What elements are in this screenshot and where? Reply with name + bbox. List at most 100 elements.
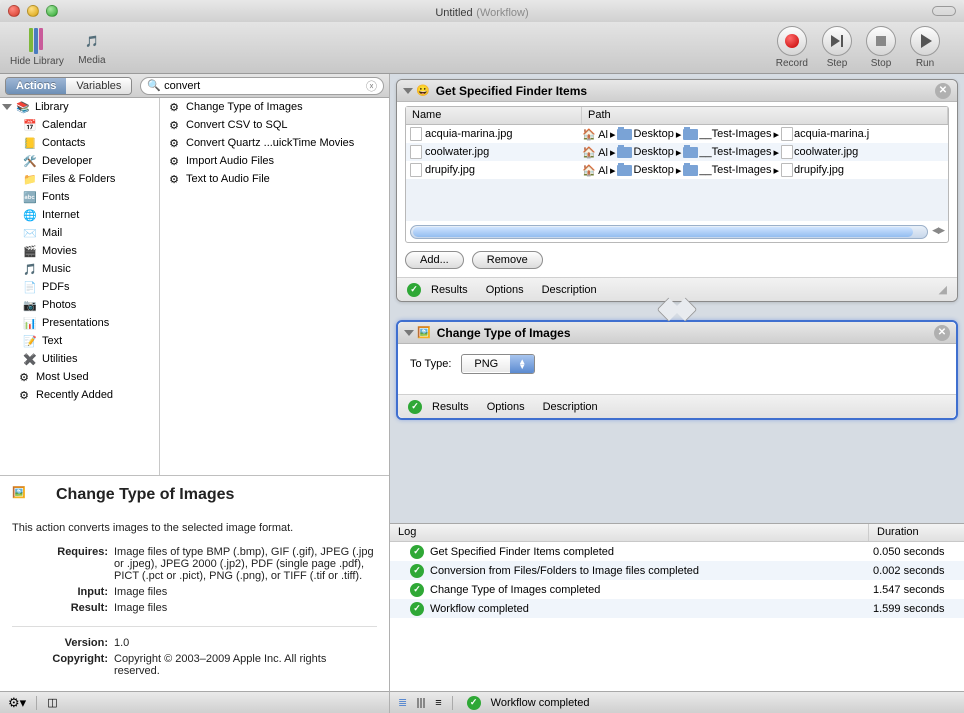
window-titlebar: Untitled (Workflow) bbox=[0, 0, 964, 22]
left-bottom-bar: ⚙︎▾ ◫ bbox=[0, 691, 389, 713]
scroll-arrows-icon[interactable]: ◀︎▶︎ bbox=[932, 225, 944, 236]
gear-icon[interactable]: ⚙︎▾ bbox=[8, 695, 26, 711]
description-tab[interactable]: Description bbox=[542, 284, 597, 296]
magnifier-icon: 🔍 bbox=[147, 79, 161, 92]
library-item[interactable]: 📒Contacts bbox=[0, 134, 159, 152]
disclosure-triangle-icon[interactable] bbox=[2, 104, 12, 110]
table-row[interactable]: acquia-marina.jpg🏠 Al▸ Desktop▸ __Test-I… bbox=[406, 125, 948, 143]
category-icon: ✉️ bbox=[22, 225, 38, 241]
library-item[interactable]: 📷Photos bbox=[0, 296, 159, 314]
status-text: Workflow completed bbox=[491, 697, 590, 709]
options-tab[interactable]: Options bbox=[486, 284, 524, 296]
action-list-item[interactable]: ⚙︎Change Type of Images bbox=[160, 98, 389, 116]
disclosure-triangle-icon[interactable] bbox=[403, 88, 413, 94]
library-item[interactable]: 🛠️Developer bbox=[0, 152, 159, 170]
folder-icon bbox=[683, 129, 698, 140]
recently-added-row[interactable]: ⚙︎Recently Added bbox=[0, 386, 159, 404]
library-item[interactable]: 📄PDFs bbox=[0, 278, 159, 296]
smartfolder-icon: ⚙︎ bbox=[16, 369, 32, 385]
resize-grip-icon[interactable]: ◢ bbox=[939, 283, 947, 296]
description-tab[interactable]: Description bbox=[543, 401, 598, 413]
log-panel: Log Duration ✓Get Specified Finder Items… bbox=[390, 523, 964, 691]
results-tab[interactable]: Results bbox=[431, 284, 468, 296]
category-icon: 🎵 bbox=[22, 261, 38, 277]
file-icon bbox=[410, 163, 422, 177]
actions-list[interactable]: ⚙︎Change Type of Images⚙︎Convert CSV to … bbox=[160, 98, 389, 475]
category-icon: 📝 bbox=[22, 333, 38, 349]
status-ok-icon: ✓ bbox=[408, 400, 422, 414]
tab-actions[interactable]: Actions bbox=[6, 78, 66, 94]
finder-icon: 😀 bbox=[416, 84, 430, 97]
panel-toggle-icon[interactable]: ◫ bbox=[47, 696, 57, 709]
library-item[interactable]: 📝Text bbox=[0, 332, 159, 350]
media-button[interactable]: 🎵 Media bbox=[78, 29, 106, 66]
folder-icon bbox=[617, 165, 632, 176]
status-ok-icon: ✓ bbox=[410, 564, 424, 578]
disclosure-triangle-icon[interactable] bbox=[404, 330, 414, 336]
step-button[interactable]: Step bbox=[822, 26, 852, 69]
close-action-icon[interactable]: ✕ bbox=[935, 83, 951, 99]
zoom-window-button[interactable] bbox=[46, 5, 58, 17]
action-title: Change Type of Images bbox=[437, 326, 934, 340]
hide-library-button[interactable]: Hide Library bbox=[10, 28, 64, 67]
library-item[interactable]: 🌐Internet bbox=[0, 206, 159, 224]
action-list-item[interactable]: ⚙︎Convert CSV to SQL bbox=[160, 116, 389, 134]
results-tab[interactable]: Results bbox=[432, 401, 469, 413]
file-icon bbox=[781, 145, 793, 159]
category-icon: 🎬 bbox=[22, 243, 38, 259]
log-header-duration[interactable]: Duration bbox=[869, 524, 964, 541]
library-item[interactable]: ✉️Mail bbox=[0, 224, 159, 242]
log-row[interactable]: ✓Get Specified Finder Items completed0.0… bbox=[390, 542, 964, 561]
library-item[interactable]: 🎵Music bbox=[0, 260, 159, 278]
table-row[interactable]: coolwater.jpg🏠 Al▸ Desktop▸ __Test-Image… bbox=[406, 143, 948, 161]
library-item[interactable]: 🔤Fonts bbox=[0, 188, 159, 206]
file-icon bbox=[410, 145, 422, 159]
most-used-row[interactable]: ⚙︎Most Used bbox=[0, 368, 159, 386]
library-item[interactable]: 📅Calendar bbox=[0, 116, 159, 134]
minimize-window-button[interactable] bbox=[27, 5, 39, 17]
info-panel: 🖼️ Change Type of Images This action con… bbox=[0, 475, 389, 691]
table-row[interactable]: drupify.jpg🏠 Al▸ Desktop▸ __Test-Images▸… bbox=[406, 161, 948, 179]
workflow-area[interactable]: 😀 Get Specified Finder Items ✕ Name Path… bbox=[390, 74, 964, 523]
category-icon: 📁 bbox=[22, 171, 38, 187]
to-type-select[interactable]: PNG ▲▼ bbox=[461, 354, 535, 374]
library-item[interactable]: 📁Files & Folders bbox=[0, 170, 159, 188]
clear-search-icon[interactable]: ⓧ bbox=[366, 78, 377, 94]
info-result: Image files bbox=[114, 602, 375, 616]
view-flow-icon[interactable] bbox=[417, 698, 425, 708]
add-button[interactable]: Add... bbox=[405, 251, 464, 269]
folder-icon bbox=[683, 165, 698, 176]
status-ok-icon: ✓ bbox=[467, 696, 481, 710]
options-tab[interactable]: Options bbox=[487, 401, 525, 413]
horizontal-scrollbar[interactable] bbox=[410, 225, 928, 239]
log-row[interactable]: ✓Workflow completed1.599 seconds bbox=[390, 599, 964, 618]
action-list-item[interactable]: ⚙︎Text to Audio File bbox=[160, 170, 389, 188]
col-name[interactable]: Name bbox=[406, 107, 582, 124]
category-icon: 🛠️ bbox=[22, 153, 38, 169]
stop-button[interactable]: Stop bbox=[866, 26, 896, 69]
tab-variables[interactable]: Variables bbox=[66, 78, 131, 94]
view-list-icon[interactable]: ≣ bbox=[398, 696, 407, 709]
run-button[interactable]: Run bbox=[910, 26, 940, 69]
action-list-item[interactable]: ⚙︎Import Audio Files bbox=[160, 152, 389, 170]
search-input[interactable] bbox=[164, 80, 366, 92]
library-list[interactable]: 📚 Library 📅Calendar📒Contacts🛠️Developer📁… bbox=[0, 98, 160, 475]
library-item[interactable]: ✖️Utilities bbox=[0, 350, 159, 368]
action-change-type-images: 🖼️ Change Type of Images ✕ To Type: PNG … bbox=[396, 320, 958, 420]
log-row[interactable]: ✓Change Type of Images completed1.547 se… bbox=[390, 580, 964, 599]
col-path[interactable]: Path bbox=[582, 107, 948, 124]
action-list-item[interactable]: ⚙︎Convert Quartz ...uickTime Movies bbox=[160, 134, 389, 152]
search-field[interactable]: 🔍 ⓧ bbox=[140, 77, 384, 95]
library-item[interactable]: 🎬Movies bbox=[0, 242, 159, 260]
preview-icon: 🖼️ bbox=[417, 326, 431, 339]
close-action-icon[interactable]: ✕ bbox=[934, 325, 950, 341]
library-item[interactable]: 📊Presentations bbox=[0, 314, 159, 332]
close-window-button[interactable] bbox=[8, 5, 20, 17]
record-button[interactable]: Record bbox=[776, 26, 808, 69]
status-ok-icon: ✓ bbox=[410, 545, 424, 559]
remove-button[interactable]: Remove bbox=[472, 251, 543, 269]
titlebar-pill-icon[interactable] bbox=[932, 6, 956, 16]
log-header-log[interactable]: Log bbox=[390, 524, 869, 541]
log-row[interactable]: ✓Conversion from Files/Folders to Image … bbox=[390, 561, 964, 580]
view-results-icon[interactable]: ≡ bbox=[435, 697, 441, 709]
